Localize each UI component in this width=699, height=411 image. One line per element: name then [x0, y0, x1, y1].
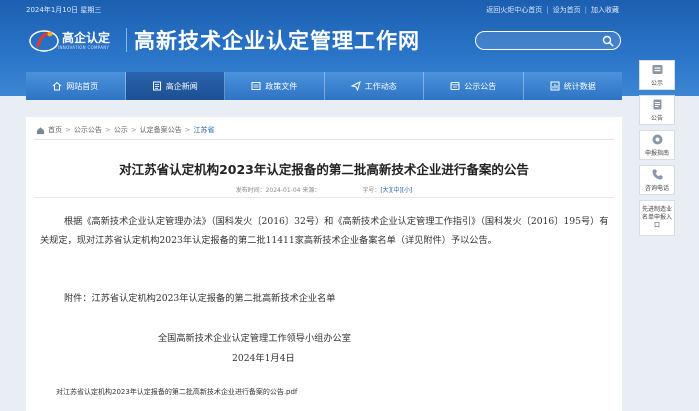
breadcrumb-publicity[interactable]: 公示	[114, 125, 128, 135]
article-meta: 发布时间：2024-01-04 来源： 字号：[大][中][小]	[26, 185, 622, 194]
breadcrumb-notice[interactable]: 公示公告	[74, 125, 102, 135]
main-nav: 网站首页 高企新闻 政策文件 工作动态 公示公告 统计数据	[26, 72, 622, 100]
article-card: 首页 > 公示公告 > 公示 > 认定备案公告 > 江苏省 对江苏省认定机构2023年认…	[26, 117, 622, 411]
article-title: 对江苏省认定机构2023年认定报备的第二批高新技术企业进行备案的公告	[119, 162, 529, 177]
nav-item-news[interactable]: 高企新闻	[125, 72, 225, 100]
nav-label-stats: 统计数据	[563, 81, 596, 91]
search-icon[interactable]	[602, 35, 614, 47]
nav-label-policy: 政策文件	[265, 81, 298, 91]
rightbar-announcement[interactable]: 公告	[639, 95, 675, 125]
nav-label-work: 工作动态	[364, 81, 397, 91]
font-size-medium[interactable]: [中]	[391, 187, 402, 194]
breadcrumb-jiangsu[interactable]: 江苏省	[194, 125, 215, 135]
rightbar-label-announcement: 公告	[650, 115, 663, 122]
nav-item-home[interactable]: 网站首页	[26, 72, 126, 100]
rightbar-phone[interactable]: 咨询电话	[639, 165, 675, 195]
font-size-small[interactable]: [小]	[402, 187, 413, 194]
announcement-icon	[653, 99, 661, 110]
publish-date: 发布时间：2024-01-04 来源：	[235, 187, 321, 194]
breadcrumb-home[interactable]: 首页	[48, 125, 62, 135]
rightbar-report-entry[interactable]: 先进制造业名单申报入口	[639, 200, 675, 236]
home-icon	[52, 81, 62, 91]
nav-label-home: 网站首页	[66, 81, 99, 91]
current-date: 2024年1月10日 星期三	[26, 6, 102, 14]
news-icon	[152, 81, 161, 91]
top-link-set-homepage[interactable]: 设为首页	[553, 6, 581, 14]
breadcrumb-filing[interactable]: 认定备案公告	[140, 125, 182, 135]
signature-organization: 全国高新技术企业认定管理工作领导小组办公室	[158, 333, 351, 344]
signature-date: 2024年1月4日	[232, 353, 295, 364]
site-logo[interactable]: 高企认定 INNOVATION COMPANY	[28, 26, 118, 54]
font-size-label: 字号：	[362, 187, 381, 194]
logo-subtext: INNOVATION COMPANY	[58, 45, 110, 50]
right-floating-toolbar: 公示 公告 申报指南 咨询电话 先进制造业名单申报入口	[639, 60, 675, 236]
top-link-back-home[interactable]: 返回火炬中心首页	[486, 6, 542, 14]
nav-item-policy[interactable]: 政策文件	[225, 72, 325, 100]
guide-icon	[652, 134, 662, 145]
site-title: 高新技术企业认定管理工作网	[134, 28, 420, 53]
logo-divider	[126, 28, 127, 52]
top-link-add-favorite[interactable]: 加入收藏	[591, 6, 619, 14]
phone-icon	[652, 169, 662, 180]
nav-item-work[interactable]: 工作动态	[324, 72, 424, 100]
rightbar-publicity[interactable]: 公示	[639, 60, 675, 90]
breadcrumb: 首页 > 公示公告 > 公示 > 认定备案公告 > 江苏省	[36, 125, 215, 135]
notice-icon	[450, 82, 460, 90]
rightbar-label-publicity: 公示	[650, 80, 663, 87]
pdf-attachment-link[interactable]: 对江苏省认定机构2023年认定报备的第二批高新技术企业进行备案的公告.pdf	[56, 387, 297, 397]
document-icon	[251, 82, 261, 90]
nav-item-notice[interactable]: 公示公告	[424, 72, 524, 100]
stats-icon	[550, 81, 560, 91]
attachment-line: 附件：江苏省认定机构2023年认定报备的第二批高新技术企业名单	[64, 293, 336, 304]
nav-label-notice: 公示公告	[464, 81, 497, 91]
logo-mark-icon	[29, 30, 59, 52]
breadcrumb-home-icon	[36, 126, 45, 134]
top-links: 返回火炬中心首页 | 设为首页 | 加入收藏	[486, 6, 619, 14]
rightbar-guide[interactable]: 申报指南	[639, 130, 675, 160]
logo-text: 高企认定	[62, 31, 111, 45]
rightbar-label-phone: 咨询电话	[644, 185, 669, 192]
search-input[interactable]	[475, 31, 621, 50]
font-size-control: 字号：[大][中][小]	[362, 187, 412, 194]
meta-divider	[34, 197, 614, 198]
article-paragraph: 根据《高新技术企业认定管理办法》（国科发火〔2016〕32号）和《高新技术企业认…	[40, 216, 609, 246]
font-size-large[interactable]: [大]	[380, 187, 391, 194]
send-icon	[350, 81, 361, 91]
nav-item-stats[interactable]: 统计数据	[523, 72, 622, 100]
breadcrumb-divider	[34, 139, 614, 140]
nav-label-news: 高企新闻	[165, 81, 198, 91]
notice-board-icon	[652, 65, 662, 74]
rightbar-label-guide: 申报指南	[644, 150, 669, 157]
